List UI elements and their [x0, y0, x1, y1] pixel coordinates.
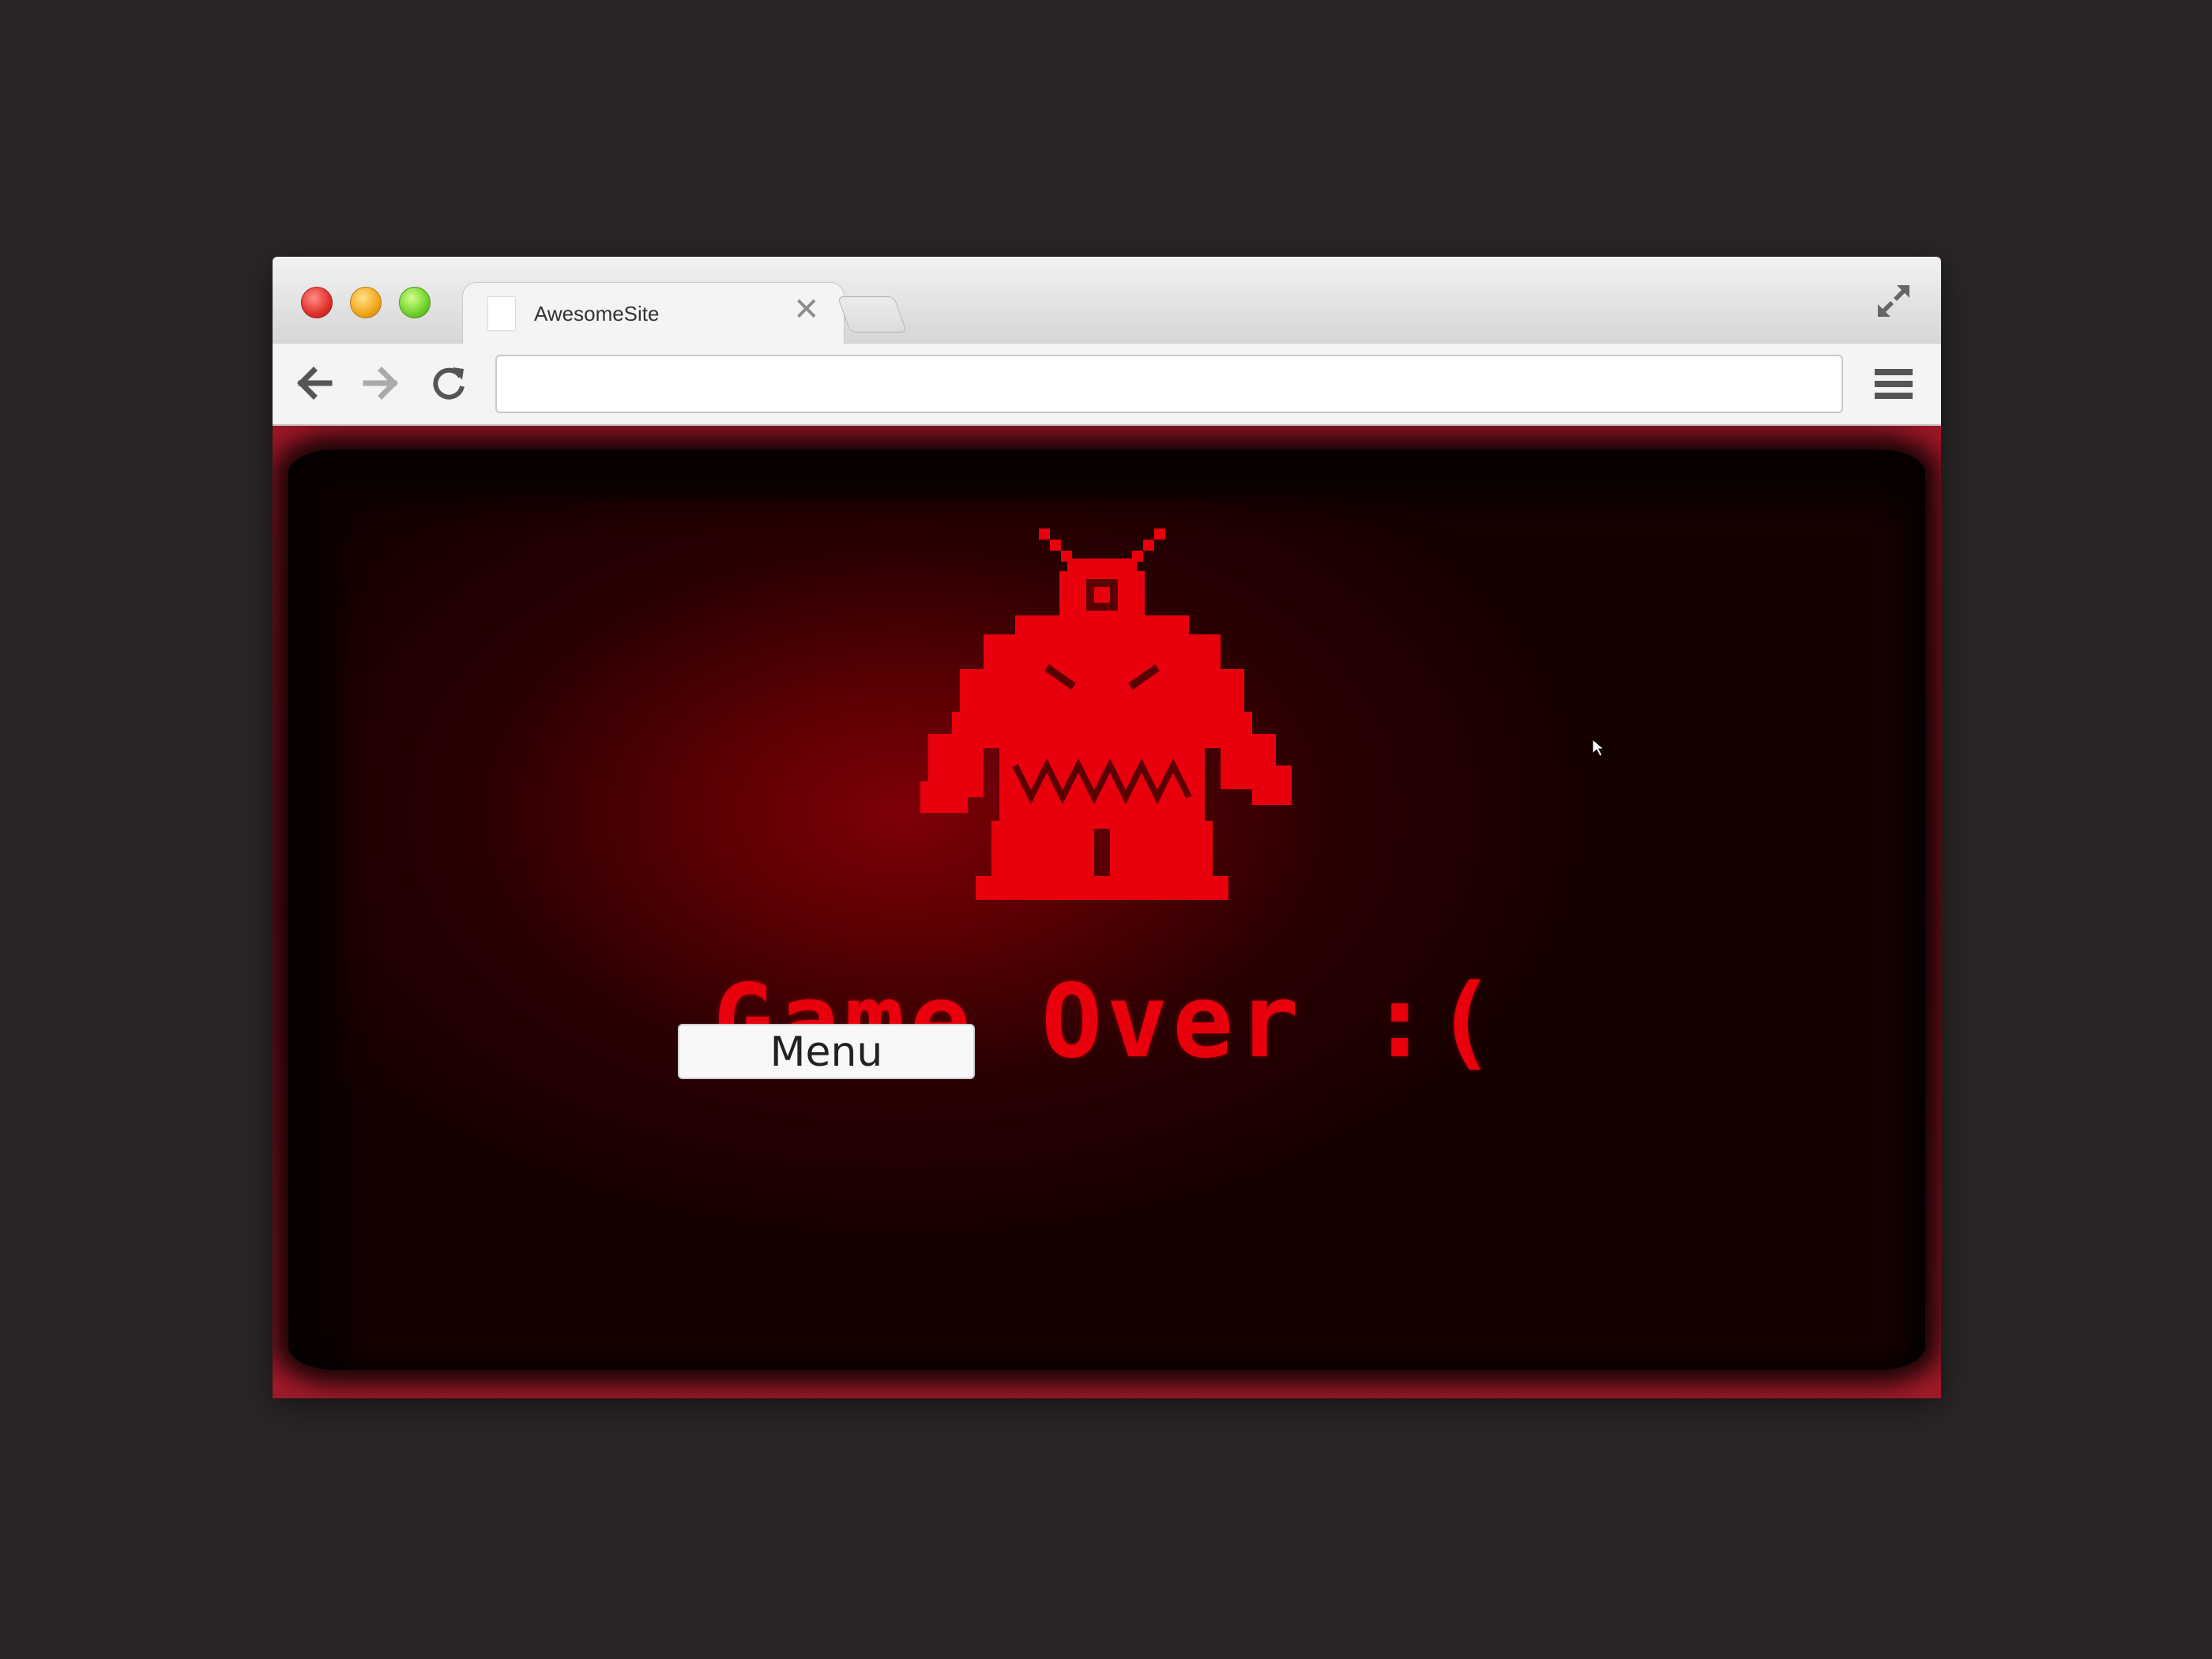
tab-close-icon[interactable]: ✕ — [793, 292, 820, 327]
close-window-button[interactable] — [301, 287, 333, 318]
game-over-title: Game Over :( — [713, 963, 1501, 1081]
fullscreen-icon[interactable] — [1873, 280, 1914, 322]
forward-arrow-icon[interactable] — [361, 363, 402, 404]
menu-button[interactable]: Menu — [678, 1024, 975, 1079]
minimize-window-button[interactable] — [350, 287, 382, 318]
reload-icon[interactable] — [429, 363, 470, 404]
mouse-cursor-icon — [1592, 739, 1604, 757]
tab-title: AwesomeSite — [534, 302, 660, 325]
address-bar-input[interactable] — [495, 355, 1843, 413]
hamburger-menu-icon[interactable] — [1872, 361, 1916, 407]
page-favicon-icon — [488, 297, 515, 330]
back-arrow-icon[interactable] — [293, 363, 334, 404]
tab-strip: AwesomeSite ✕ — [273, 257, 1941, 344]
tab-awesomesite[interactable]: AwesomeSite ✕ — [462, 282, 845, 344]
zoom-window-button[interactable] — [399, 287, 431, 318]
browser-window: AwesomeSite ✕ Game Over:( — [273, 257, 1941, 1398]
game-viewport: Game Over :( — [273, 426, 1941, 1398]
navigation-toolbar — [273, 344, 1941, 426]
new-tab-button[interactable] — [837, 296, 908, 333]
pixel-monster-illustration — [920, 529, 1292, 900]
